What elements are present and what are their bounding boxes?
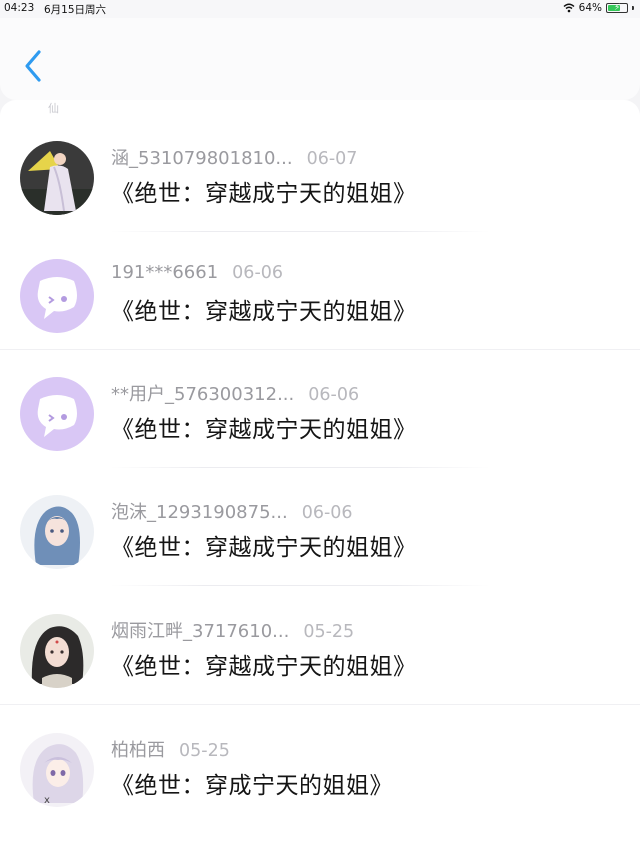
divider xyxy=(0,704,640,705)
username[interactable]: 涵_531079801810... xyxy=(111,148,293,169)
comment-date: 05-25 xyxy=(303,622,355,642)
avatar[interactable] xyxy=(20,141,94,215)
status-right: 64% ⚡ xyxy=(563,2,634,14)
comment-date: 06-07 xyxy=(306,149,358,169)
status-bar: 04:23 6月15日周六 64% ⚡ xyxy=(0,0,640,18)
comment-date: 06-06 xyxy=(232,263,284,283)
comment-meta: 泡沫_1293190875... 06-06 xyxy=(111,498,353,524)
comment-meta: **用户_576300312... 06-06 xyxy=(111,380,359,406)
avatar[interactable] xyxy=(20,259,94,333)
comment-date: 06-06 xyxy=(308,385,360,405)
list-item[interactable]: 烟雨江畔_3717610... 05-25 《绝世：穿越成宁天的姐姐》 xyxy=(0,587,640,705)
avatar[interactable]: x xyxy=(20,733,94,807)
comment-date: 05-25 xyxy=(179,741,230,761)
avatar[interactable] xyxy=(20,614,94,688)
list-item[interactable]: **用户_576300312... 06-06 《绝世：穿越成宁天的姐姐》 xyxy=(0,350,640,468)
username[interactable]: 191***6661 xyxy=(111,262,218,283)
list-item[interactable]: 涵_531079801810... 06-07 《绝世：穿越成宁天的姐姐》 xyxy=(0,114,640,232)
comment-date: 06-06 xyxy=(301,503,353,523)
username[interactable]: 泡沫_1293190875... xyxy=(111,502,288,523)
status-date: 6月15日周六 xyxy=(44,4,107,16)
chevron-left-icon[interactable] xyxy=(18,48,48,84)
list-item[interactable]: x 柏柏西 05-25 《绝世：穿成宁天的姐姐》 xyxy=(0,706,640,824)
battery-percent: 64% xyxy=(578,2,602,14)
book-title[interactable]: 《绝世：穿越成宁天的姐姐》 xyxy=(111,528,417,562)
book-title[interactable]: 《绝世：穿越成宁天的姐姐》 xyxy=(111,292,417,326)
comment-meta: 191***6661 06-06 xyxy=(111,262,283,283)
avatar[interactable] xyxy=(20,377,94,451)
username[interactable]: 烟雨江畔_3717610... xyxy=(111,621,289,642)
nav-header xyxy=(0,18,640,100)
list-item[interactable]: 191***6661 06-06 《绝世：穿越成宁天的姐姐》 xyxy=(0,232,640,350)
comment-meta: 涵_531079801810... 06-07 xyxy=(111,144,357,170)
username[interactable]: 柏柏西 xyxy=(111,740,165,761)
svg-text:x: x xyxy=(44,795,50,806)
comment-list: 仙 涵_531079801810...06-07 《绝世：穿越成宁天的姐姐》 xyxy=(0,100,640,853)
status-time: 04:23 xyxy=(4,2,35,14)
wifi-icon xyxy=(563,3,575,13)
comment-meta: 烟雨江畔_3717610... 05-25 xyxy=(111,617,354,643)
avatar[interactable] xyxy=(20,495,94,569)
book-title[interactable]: 《绝世：穿越成宁天的姐姐》 xyxy=(111,410,417,444)
username[interactable]: **用户_576300312... xyxy=(111,384,294,405)
list-item[interactable]: 泡沫_1293190875... 06-06 《绝世：穿越成宁天的姐姐》 xyxy=(0,468,640,586)
battery-icon: ⚡ xyxy=(606,3,628,13)
comment-meta: 柏柏西 05-25 xyxy=(111,736,230,762)
divider xyxy=(110,585,490,586)
book-title[interactable]: 《绝世：穿越成宁天的姐姐》 xyxy=(111,647,417,681)
book-title[interactable]: 《绝世：穿成宁天的姐姐》 xyxy=(111,766,393,800)
book-title[interactable]: 《绝世：穿越成宁天的姐姐》 xyxy=(111,174,417,208)
